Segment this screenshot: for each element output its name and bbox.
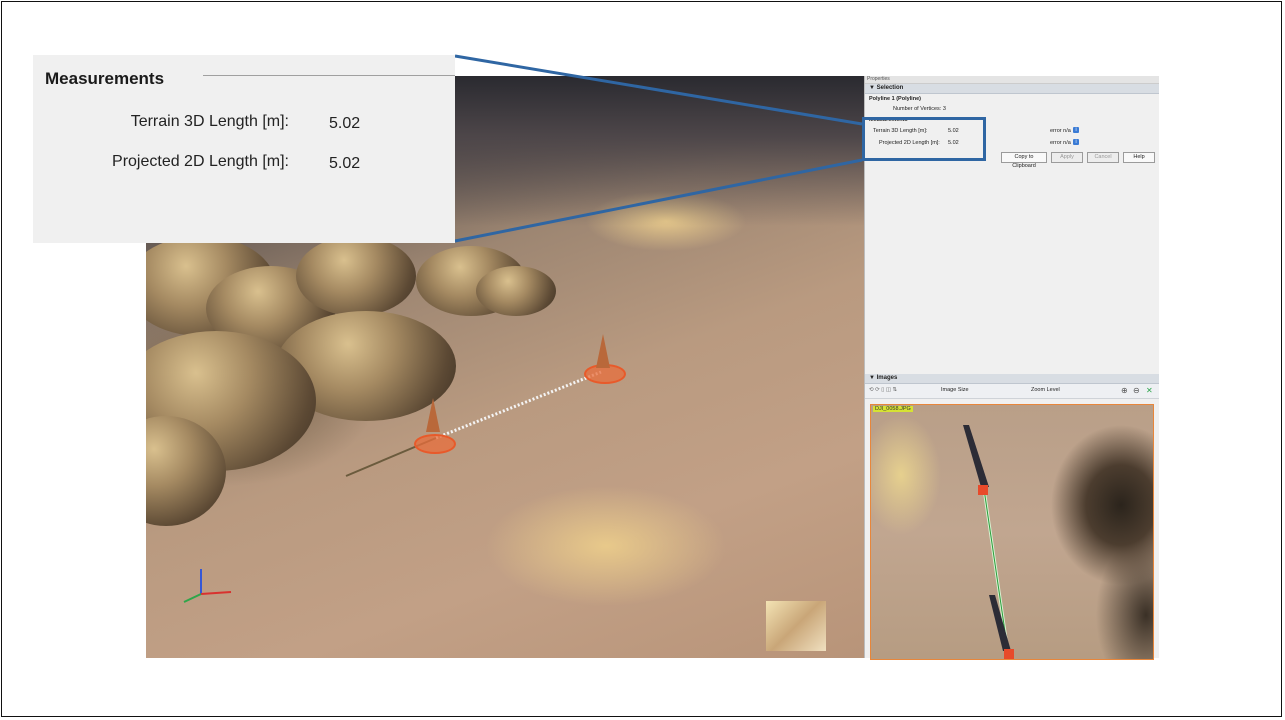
terrain-length-error: error n/a <box>1050 128 1071 134</box>
panel-title: Properties <box>865 76 1159 84</box>
zoom-out-icon[interactable]: ⊖ <box>1133 386 1140 395</box>
images-header-label: Images <box>876 375 898 381</box>
callout-projected-value: 5.02 <box>329 155 361 172</box>
properties-panel: Properties ▼ Selection Polyline 1 (Polyl… <box>864 76 1159 660</box>
cancel-button[interactable]: Cancel <box>1087 152 1119 163</box>
measurements-callout: Measurements Terrain 3D Length [m]: 5.02… <box>33 55 455 243</box>
vertex-pin <box>596 334 610 368</box>
selection-header-label: Selection <box>876 85 904 91</box>
pixel-artifact <box>766 601 826 651</box>
selection-header[interactable]: ▼ Selection <box>865 84 1159 94</box>
vertices-count: Number of Vertices: 3 <box>893 106 946 112</box>
callout-heading: Measurements <box>45 69 165 88</box>
callout-projected-label: Projected 2D Length [m]: <box>112 153 289 170</box>
polyline-name: Polyline 1 (Polyline) <box>869 96 921 102</box>
callout-divider <box>203 75 455 76</box>
close-icon[interactable]: ✕ <box>1146 386 1153 395</box>
images-section: ▼ Images ⟲ ⟳ ▯ ◫ ⇅ Image Size Zoom Level… <box>865 374 1159 660</box>
zoom-in-icon[interactable]: ⊕ <box>1121 386 1128 395</box>
info-icon[interactable]: i <box>1073 139 1079 145</box>
vertex-marker[interactable] <box>414 434 456 454</box>
zoom-level-label: Zoom Level <box>1031 387 1060 393</box>
axis-gizmo <box>183 569 232 603</box>
info-icon[interactable]: i <box>1073 127 1079 133</box>
images-header[interactable]: ▼ Images <box>865 374 1159 384</box>
image-size-label: Image Size <box>941 387 969 393</box>
callout-terrain-label: Terrain 3D Length [m]: <box>130 113 289 130</box>
rock-mound <box>296 236 416 316</box>
projected-length-error: error n/a <box>1050 140 1071 146</box>
help-button[interactable]: Help <box>1123 152 1155 163</box>
image-polyline <box>963 425 1014 659</box>
rock-mound <box>476 266 556 316</box>
image-preview[interactable]: DJI_0058.JPG <box>870 404 1154 660</box>
vertex-pin <box>426 398 440 432</box>
toolbar-icons[interactable]: ⟲ ⟳ ▯ ◫ ⇅ <box>869 387 897 393</box>
callout-terrain-value: 5.02 <box>329 115 361 132</box>
measurement-highlight <box>862 117 986 161</box>
copy-to-clipboard-button[interactable]: Copy to Clipboard <box>1001 152 1047 169</box>
images-toolbar: ⟲ ⟳ ▯ ◫ ⇅ Image Size Zoom Level ⊕ ⊖ ✕ <box>865 384 1159 399</box>
apply-button[interactable]: Apply <box>1051 152 1083 163</box>
